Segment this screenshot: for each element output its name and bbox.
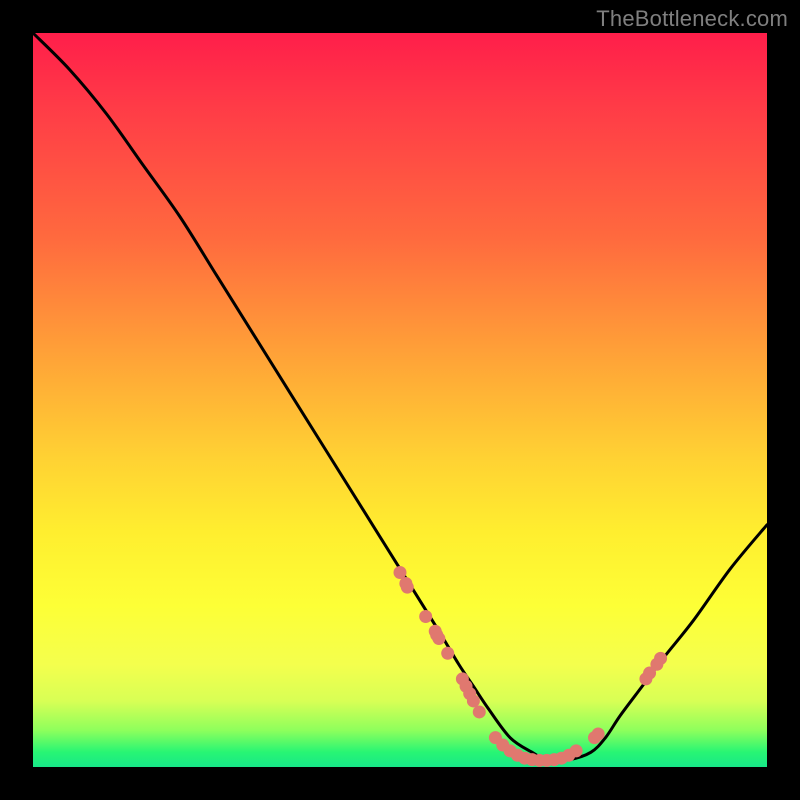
data-marker — [592, 727, 605, 740]
bottleneck-curve — [33, 33, 767, 761]
marker-group — [394, 566, 668, 767]
data-marker — [654, 652, 667, 665]
data-marker — [467, 694, 480, 707]
data-marker — [419, 610, 432, 623]
data-marker — [394, 566, 407, 579]
watermark-text: TheBottleneck.com — [596, 6, 788, 32]
chart-frame: TheBottleneck.com — [0, 0, 800, 800]
chart-svg — [33, 33, 767, 767]
data-marker — [401, 581, 414, 594]
data-marker — [432, 632, 445, 645]
data-marker — [570, 744, 583, 757]
data-marker — [473, 705, 486, 718]
plot-area — [33, 33, 767, 767]
data-marker — [441, 647, 454, 660]
